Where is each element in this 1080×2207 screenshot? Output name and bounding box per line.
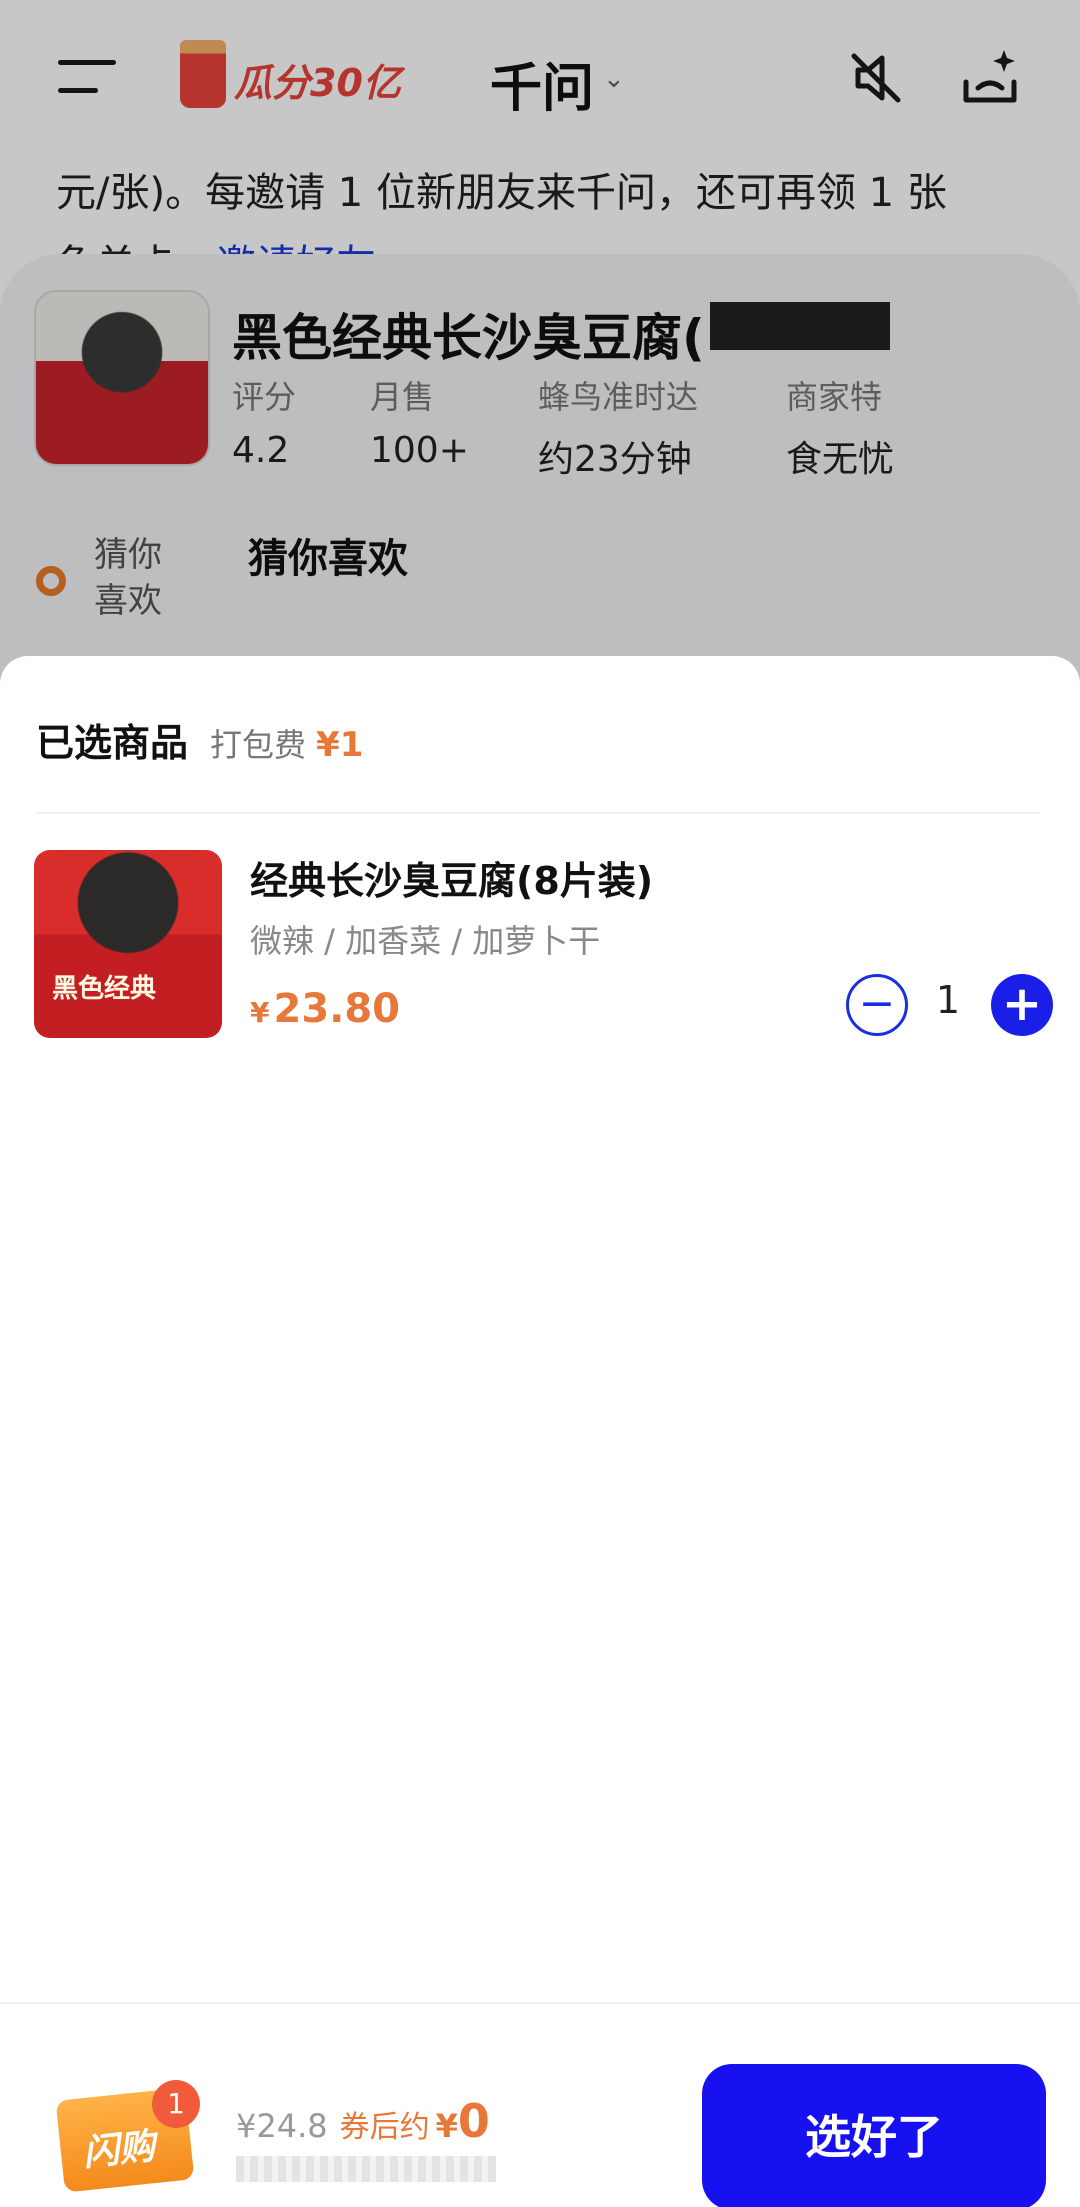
item-spec: 微辣 / 加香菜 / 加萝卜干 [250,922,601,960]
minus-icon: − [858,978,896,1029]
blurred-detail [236,2156,496,2182]
plus-icon: + [1001,976,1043,1032]
item-name: 经典长沙臭豆腐(8片装) [250,859,654,903]
item-image[interactable]: 黑色经典 [34,850,222,1038]
after-coupon-label: 券后约 [339,2110,430,2145]
price-summary: ¥24.8 券后约 ¥ 0 [236,2094,490,2148]
cart-item: 黑色经典 经典长沙臭豆腐(8片装) 微辣 / 加香菜 / 加萝卜干 ¥23.80… [34,850,1054,1050]
after-coupon-currency: ¥ [435,2107,458,2145]
price-value: 23.80 [273,986,401,1032]
background-app: 瓜分30亿 千问 ⌄ 元/张)。每邀请 1 位新朋友来千问，还可再领 1 张 免… [0,0,1080,714]
packing-fee-value: ¥1 [316,725,364,765]
sheet-header: 已选商品 打包费 ¥1 [36,712,363,767]
dim-overlay[interactable] [0,0,1080,700]
sheet-title: 已选商品 [36,721,189,765]
bag-label: 闪购 [81,2126,157,2175]
packing-fee-label: 打包费 [210,726,307,764]
divider [36,812,1040,814]
confirm-selection-button[interactable]: 选好了 [702,2064,1046,2207]
item-image-label: 黑色经典 [52,974,157,1004]
price-currency: ¥ [250,996,270,1029]
quantity-value: 1 [935,978,961,1022]
decrease-quantity-button[interactable]: − [846,974,908,1036]
increase-quantity-button[interactable]: + [991,974,1053,1036]
item-price: ¥23.80 [250,986,400,1032]
cart-count-badge: 1 [152,2080,200,2128]
checkout-bar: 闪购 1 ¥24.8 券后约 ¥ 0 选好了 [0,2002,1080,2207]
after-coupon-price: 0 [457,2094,490,2148]
original-price: ¥24.8 [236,2107,328,2145]
selected-items-sheet: 已选商品 打包费 ¥1 黑色经典 经典长沙臭豆腐(8片装) 微辣 / 加香菜 /… [0,656,1080,2207]
